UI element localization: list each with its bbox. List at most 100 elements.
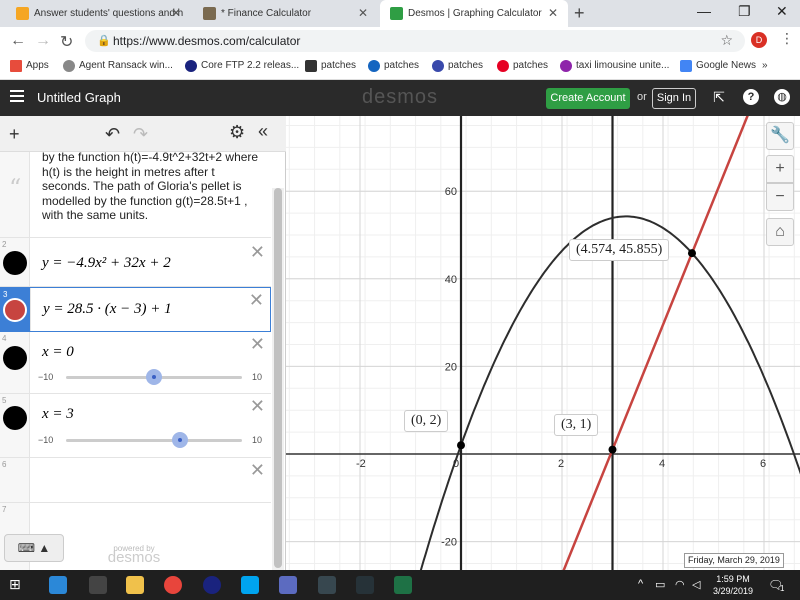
tab-title: Desmos | Graphing Calculator [408,8,542,19]
file-explorer-icon[interactable] [126,576,144,594]
note-text[interactable]: by the function h(t)=-4.9t^2+32t+2 where… [42,152,262,223]
tray-chevron-icon[interactable]: ^ [638,578,643,590]
share-icon[interactable]: ⇱ [711,89,727,105]
graph-style-icon[interactable] [3,251,27,275]
slider-track[interactable] [66,432,242,448]
delete-expression-icon[interactable]: ✕ [249,290,264,311]
notification-count: 1 [780,584,785,593]
tab-desmos[interactable]: Desmos | Graphing Calculator ✕ [380,0,568,27]
windows-start-icon[interactable]: ⊞ [9,576,21,593]
slider-handle[interactable] [172,432,188,448]
profile-avatar[interactable]: D [751,32,767,48]
settings-gear-icon[interactable]: ⚙ [229,122,245,143]
expression-scrollbar[interactable] [272,188,284,570]
slider-track[interactable] [66,369,242,385]
back-arrow-icon[interactable]: ← [10,32,26,50]
bookmarks-overflow-icon[interactable]: » [762,60,768,71]
zoom-out-icon[interactable]: − [766,183,794,211]
sign-in-button[interactable]: Sign In [652,88,696,109]
tab-finance-calculator[interactable]: * Finance Calculator ✕ [193,0,378,27]
hamburger-menu-icon[interactable] [10,90,24,104]
close-icon[interactable]: ✕ [548,6,558,20]
delete-expression-icon[interactable]: ✕ [250,396,265,417]
graph-style-icon[interactable] [3,346,27,370]
app-icon[interactable] [241,576,259,594]
add-item-icon[interactable]: + [9,124,20,145]
new-tab-icon[interactable]: + [574,3,585,24]
restore-icon[interactable]: ❐ [738,3,751,20]
graph-paper[interactable]: -2 0 2 4 6 60 40 20 -20 🔧 + − ⌂ (4.574, 45.855) … [286,116,800,570]
expression-gutter: 3 [1,288,31,331]
app-icon[interactable] [318,576,336,594]
point-label[interactable]: (4.574, 45.855) [569,239,670,261]
delete-expression-icon[interactable]: ✕ [250,460,265,481]
slider-min-label[interactable]: −10 [38,372,53,382]
slider-min-label[interactable]: −10 [38,435,53,445]
close-icon[interactable]: ✕ [171,6,181,20]
undo-icon[interactable]: ↶ [105,124,120,145]
tab-answer-questions[interactable]: Answer students' questions and h ✕ [6,0,191,27]
address-bar[interactable]: 🔒 https://www.desmos.com/calculator ☆ [85,30,745,52]
graph-title[interactable]: Untitled Graph [37,90,121,105]
url-text[interactable]: https://www.desmos.com/calculator [113,34,300,48]
minimize-icon[interactable]: — [697,3,711,19]
bookmark-item[interactable]: taxi limousine unite... [560,60,669,72]
zoom-in-icon[interactable]: + [766,155,794,183]
help-icon[interactable]: ? [743,89,759,105]
x-tick-label: -2 [356,458,366,470]
point-label[interactable]: (3, 1) [554,414,599,436]
graph-style-icon[interactable] [3,406,27,430]
battery-icon[interactable]: ▭ [655,578,665,591]
bookmark-item[interactable]: patches [305,60,356,72]
bookmark-item[interactable]: patches [497,60,548,72]
excel-icon[interactable] [394,576,412,594]
graph-settings-wrench-icon[interactable]: 🔧 [766,122,794,150]
bookmark-apps[interactable]: Apps [10,60,49,72]
slider-max-label[interactable]: 10 [252,435,262,445]
chrome-icon[interactable] [164,576,182,594]
delete-expression-icon[interactable]: ✕ [250,242,265,263]
redo-icon[interactable]: ↷ [133,124,148,145]
expression-math[interactable]: y = 28.5 · (x − 3) + 1 [43,301,172,318]
expression-math[interactable]: x = 0 [42,344,74,361]
expression-math[interactable]: y = −4.9x² + 32x + 2 [42,255,171,272]
reload-icon[interactable]: ↻ [60,32,73,52]
expression-math[interactable]: x = 3 [42,406,74,423]
bookmark-item[interactable]: Agent Ransack win... [63,60,173,72]
slider-handle[interactable] [146,369,162,385]
store-icon[interactable] [49,576,67,594]
expression-row-4[interactable]: 4 x = 0 ✕ −10 10 [0,332,271,394]
graph-canvas[interactable]: -2 0 2 4 6604020-20 [286,116,800,570]
browser-menu-icon[interactable]: ⋮ [780,30,794,47]
bookmark-google-news[interactable]: Google News [680,60,756,72]
expression-row-6[interactable]: 6 ✕ [0,458,271,503]
app-icon[interactable] [356,576,374,594]
bookmark-item[interactable]: Core FTP 2.2 releas... [185,60,299,72]
wifi-icon[interactable]: ◠ [675,578,685,591]
delete-expression-icon[interactable]: ✕ [250,334,265,355]
point-label[interactable]: (0, 2) [404,410,449,432]
forward-arrow-icon[interactable]: → [35,32,51,50]
collapse-panel-icon[interactable]: « [258,121,268,142]
date-tooltip: Friday, March 29, 2019 [684,553,784,568]
graph-style-icon[interactable] [3,298,27,322]
taskbar-clock[interactable]: 1:59 PM 3/29/2019 [700,573,766,597]
slider-max-label[interactable]: 10 [252,372,262,382]
globe-icon[interactable]: ◍ [774,89,790,105]
expression-row-3[interactable]: 3 y = 28.5 · (x − 3) + 1 ✕ [0,287,271,332]
create-account-button[interactable]: Create Account [546,88,630,109]
app-icon[interactable] [279,576,297,594]
bookmark-item[interactable]: patches [432,60,483,72]
bookmark-star-icon[interactable]: ☆ [720,32,733,49]
close-icon[interactable]: ✕ [358,6,368,20]
home-icon[interactable]: ⌂ [766,218,794,246]
bookmark-item[interactable]: patches [368,60,419,72]
keyboard-toggle-button[interactable]: ⌨ ▲ [4,534,64,562]
or-label: or [637,91,647,103]
expression-row-5[interactable]: 5 x = 3 ✕ −10 10 [0,394,271,458]
window-close-icon[interactable]: ✕ [776,3,788,20]
task-view-icon[interactable] [89,576,107,594]
expression-row-2[interactable]: 2 y = −4.9x² + 32x + 2 ✕ [0,238,271,287]
note-row[interactable]: “ by the function h(t)=-4.9t^2+32t+2 whe… [0,152,271,238]
app-icon[interactable] [203,576,221,594]
